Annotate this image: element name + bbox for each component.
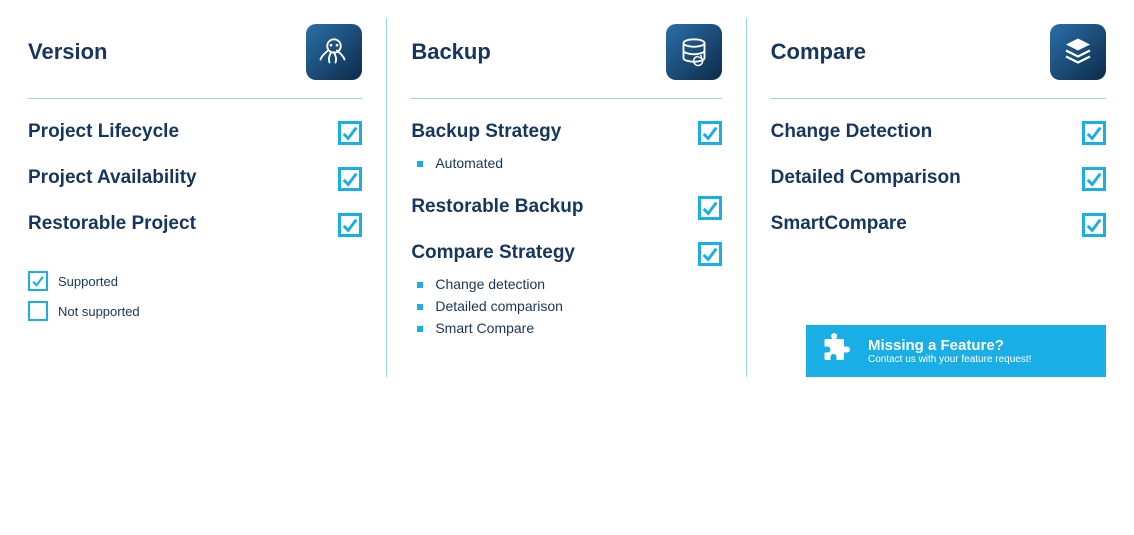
checkbox-checked-icon bbox=[698, 242, 722, 266]
checkbox-checked-icon bbox=[338, 121, 362, 145]
feature-row: SmartCompare bbox=[771, 213, 1106, 237]
missing-feature-button[interactable]: Missing a Feature? Contact us with your … bbox=[806, 325, 1106, 377]
cta-subtitle: Contact us with your feature request! bbox=[868, 354, 1031, 365]
cta-title: Missing a Feature? bbox=[868, 337, 1031, 354]
feature-row: Restorable Project bbox=[28, 213, 362, 237]
checkbox-checked-icon bbox=[28, 271, 48, 291]
checkbox-checked-icon bbox=[1082, 121, 1106, 145]
column-version: Version Project Lifecycle Project Availa… bbox=[28, 18, 387, 377]
checkbox-checked-icon bbox=[338, 167, 362, 191]
column-compare: Compare Change Detection Detailed Compar… bbox=[747, 18, 1106, 377]
feature-row: Change Detection bbox=[771, 121, 1106, 145]
feature-title: Detailed Comparison bbox=[771, 167, 1070, 190]
legend: Supported Not supported bbox=[28, 271, 362, 321]
checkbox-checked-icon bbox=[698, 121, 722, 145]
feature-title: Restorable Project bbox=[28, 213, 326, 236]
database-icon bbox=[666, 24, 722, 80]
column-header: Compare bbox=[771, 18, 1106, 99]
sublist-item: Detailed comparison bbox=[411, 295, 685, 317]
column-backup: Backup Backup Strategy Automated Restora… bbox=[387, 18, 746, 377]
feature-row: Project Lifecycle bbox=[28, 121, 362, 145]
feature-row: Backup Strategy Automated bbox=[411, 121, 721, 174]
column-title: Version bbox=[28, 39, 107, 65]
column-title: Compare bbox=[771, 39, 866, 65]
sublist-item: Change detection bbox=[411, 273, 685, 295]
feature-title: Change Detection bbox=[771, 121, 1070, 144]
checkbox-empty-icon bbox=[28, 301, 48, 321]
feature-title: Project Lifecycle bbox=[28, 121, 326, 144]
feature-sublist: Automated bbox=[411, 152, 685, 174]
feature-sublist: Change detection Detailed comparison Sma… bbox=[411, 273, 685, 339]
feature-row: Restorable Backup bbox=[411, 196, 721, 220]
column-header: Version bbox=[28, 18, 362, 99]
sublist-item: Automated bbox=[411, 152, 685, 174]
legend-supported: Supported bbox=[28, 271, 362, 291]
layers-icon bbox=[1050, 24, 1106, 80]
legend-not-supported: Not supported bbox=[28, 301, 362, 321]
legend-label: Not supported bbox=[58, 304, 140, 319]
legend-label: Supported bbox=[58, 274, 118, 289]
puzzle-icon bbox=[820, 333, 856, 369]
cta-text: Missing a Feature? Contact us with your … bbox=[868, 337, 1031, 365]
column-header: Backup bbox=[411, 18, 721, 99]
feature-title: SmartCompare bbox=[771, 213, 1070, 236]
checkbox-checked-icon bbox=[698, 196, 722, 220]
column-title: Backup bbox=[411, 39, 490, 65]
checkbox-checked-icon bbox=[1082, 167, 1106, 191]
feature-row: Project Availability bbox=[28, 167, 362, 191]
sublist-item: Smart Compare bbox=[411, 317, 685, 339]
feature-title: Backup Strategy bbox=[411, 121, 685, 144]
checkbox-checked-icon bbox=[1082, 213, 1106, 237]
checkbox-checked-icon bbox=[338, 213, 362, 237]
feature-title: Project Availability bbox=[28, 167, 326, 190]
feature-row: Detailed Comparison bbox=[771, 167, 1106, 191]
feature-row: Compare Strategy Change detection Detail… bbox=[411, 242, 721, 339]
feature-title: Restorable Backup bbox=[411, 196, 685, 219]
octopus-icon bbox=[306, 24, 362, 80]
feature-title: Compare Strategy bbox=[411, 242, 685, 265]
feature-table: Version Project Lifecycle Project Availa… bbox=[28, 18, 1106, 377]
